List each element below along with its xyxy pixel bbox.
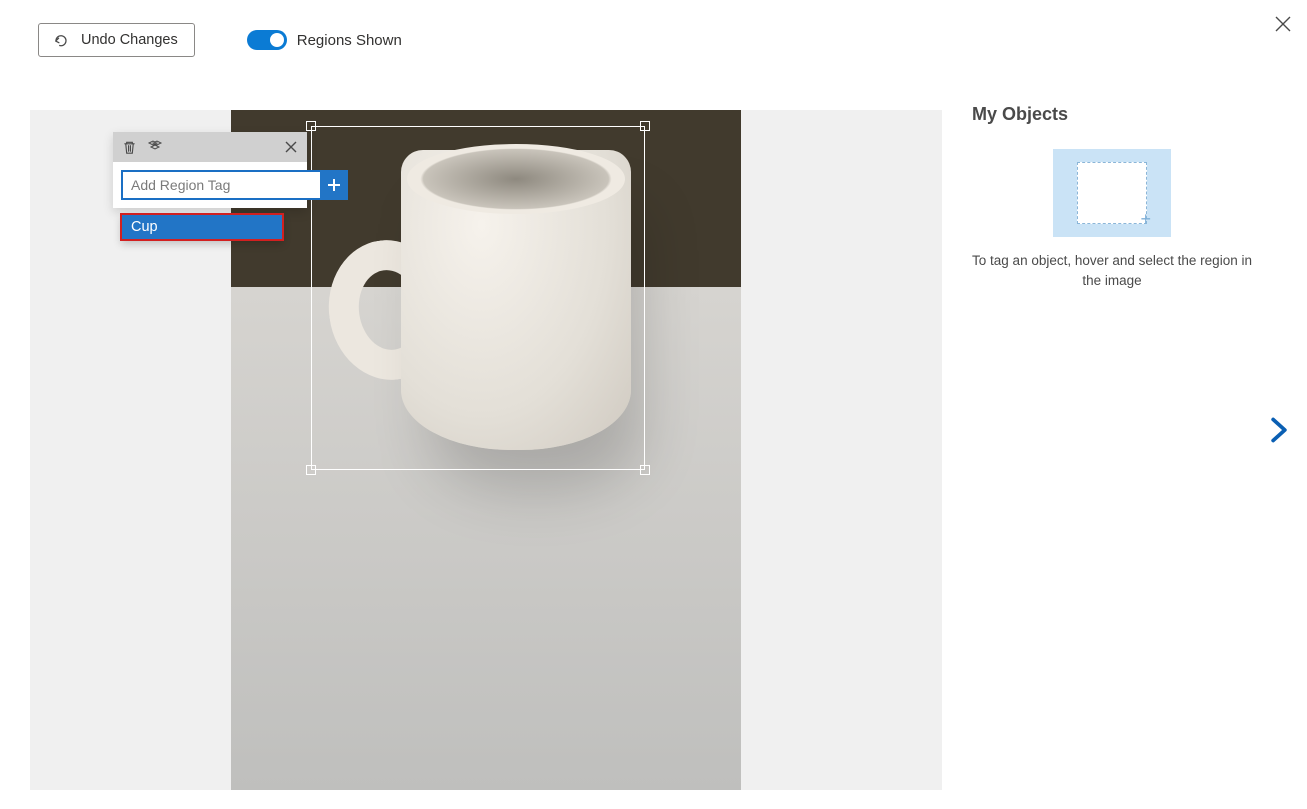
next-image-button[interactable] [1265, 416, 1293, 444]
top-toolbar: Undo Changes Regions Shown [0, 14, 1307, 66]
image-canvas[interactable] [30, 110, 942, 790]
my-objects-title: My Objects [972, 104, 1252, 125]
resize-handle-bl[interactable] [306, 465, 316, 475]
undo-icon [53, 33, 67, 47]
delete-icon[interactable] [121, 139, 137, 155]
regions-shown-toggle-group: Regions Shown [247, 30, 402, 50]
tag-suggestion-cup[interactable]: Cup [121, 214, 283, 240]
plus-icon: + [1140, 210, 1151, 228]
object-placeholder-inner: + [1077, 162, 1147, 224]
selection-region[interactable] [311, 126, 645, 470]
photo [231, 110, 741, 790]
my-objects-panel: My Objects + To tag an object, hover and… [972, 104, 1252, 292]
resize-handle-br[interactable] [640, 465, 650, 475]
tag-input[interactable] [121, 170, 320, 200]
undo-label: Undo Changes [81, 32, 178, 48]
add-tag-button[interactable] [320, 170, 348, 200]
tag-input-row [113, 162, 307, 208]
regions-shown-toggle[interactable] [247, 30, 287, 50]
resize-handle-tl[interactable] [306, 121, 316, 131]
object-placeholder[interactable]: + [1053, 149, 1171, 237]
tag-panel: Cup [113, 132, 307, 208]
close-panel-icon[interactable] [283, 139, 299, 155]
regions-shown-label: Regions Shown [297, 32, 402, 49]
my-objects-help-text: To tag an object, hover and select the r… [972, 251, 1252, 292]
resize-handle-tr[interactable] [640, 121, 650, 131]
undo-changes-button[interactable]: Undo Changes [38, 23, 195, 57]
layers-icon[interactable] [147, 139, 163, 155]
tag-panel-header [113, 132, 307, 162]
